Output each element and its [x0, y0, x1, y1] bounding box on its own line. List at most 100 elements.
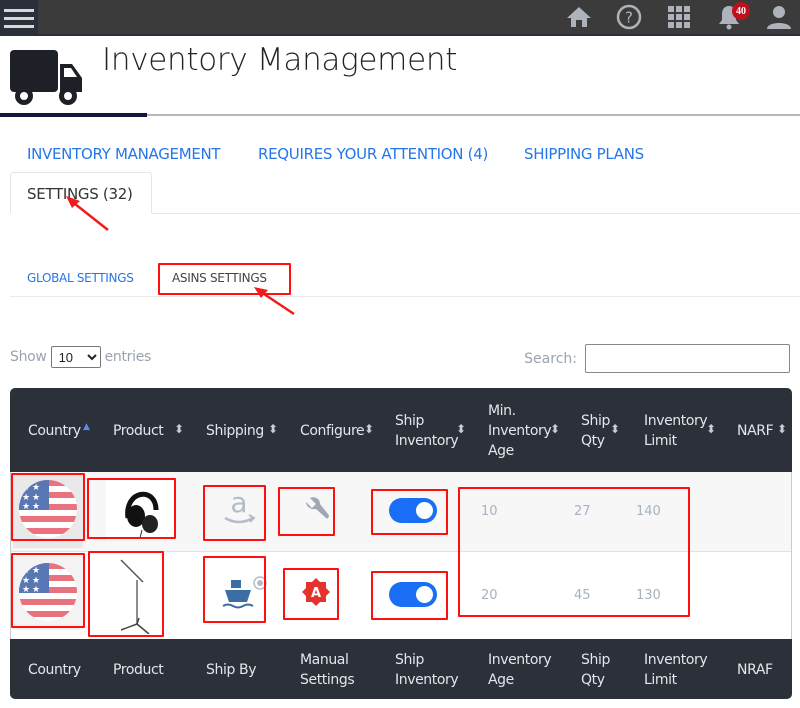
user-icon[interactable]: [766, 4, 792, 30]
home-icon[interactable]: [566, 4, 592, 30]
footer-line: Ship: [581, 652, 610, 668]
footer-country: Country: [28, 662, 81, 678]
microphone-stand-image[interactable]: [101, 558, 169, 634]
footer-ship-by: Ship By: [206, 662, 257, 678]
header-ship-qty[interactable]: Ship Qty: [581, 411, 610, 451]
header-shipping[interactable]: Shipping: [206, 421, 264, 441]
inventory-limit-value: 140: [636, 504, 661, 519]
sort-icon[interactable]: ⬍: [174, 422, 184, 436]
footer-line: Inventory: [644, 652, 708, 668]
svg-text:★: ★: [32, 502, 40, 512]
sort-icon[interactable]: ⬍: [777, 422, 787, 436]
tab-requires-attention[interactable]: REQUIRES YOUR ATTENTION (4): [258, 145, 488, 163]
header-configure[interactable]: Configure: [300, 421, 365, 441]
inventory-limit-value: 130: [636, 588, 661, 603]
search-input[interactable]: [585, 344, 790, 373]
subtab-asins-settings[interactable]: ASINS SETTINGS: [172, 271, 267, 285]
header-country[interactable]: Country: [28, 421, 81, 441]
svg-text:A: A: [311, 586, 321, 601]
header-product[interactable]: Product: [113, 421, 164, 441]
headphones-image: [125, 491, 159, 539]
header-configure-label: Configure: [300, 423, 365, 439]
notifications-bell-icon[interactable]: 40: [716, 2, 750, 30]
notification-badge: 40: [732, 2, 750, 20]
footer-line: Settings: [300, 672, 355, 688]
table-footer: Country Product Ship By Manual Settings …: [10, 639, 792, 699]
header-line: Age: [488, 443, 514, 459]
footer-line: Manual: [300, 652, 349, 668]
top-navbar: ? 40: [0, 0, 800, 36]
sort-asc-icon[interactable]: ▲: [83, 422, 90, 432]
header-line: Ship: [581, 413, 610, 429]
ship-qty-value: 27: [574, 504, 591, 519]
header-line: Qty: [581, 433, 605, 449]
sort-icon[interactable]: ⬍: [550, 422, 560, 436]
footer-ship-qty: Ship Qty: [581, 650, 610, 690]
annotation-arrow: [254, 287, 295, 316]
header-ship-inventory[interactable]: Ship Inventory: [395, 411, 459, 451]
table-body: ★ ★ ★ ★ ★ ★ a 10 27 140 ★ ★ ★ ★ ★ ★ A 20…: [10, 472, 792, 639]
header-product-label: Product: [113, 423, 164, 439]
svg-text:★: ★: [32, 483, 40, 493]
ship-qty-value: 45: [574, 588, 591, 603]
show-entries-control: Show 10 entries: [10, 346, 151, 368]
apps-grid-icon[interactable]: [666, 4, 692, 30]
table-row: ★ ★ ★ ★ ★ ★ A 20 45 130: [11, 552, 791, 639]
footer-ship-inventory: Ship Inventory: [395, 650, 459, 690]
footer-inventory-age: Inventory Age: [488, 650, 552, 690]
header-country-label: Country: [28, 423, 81, 439]
ship-inventory-toggle[interactable]: [389, 582, 437, 607]
header-narf[interactable]: NARF: [737, 421, 774, 441]
footer-nraf: NRAF: [737, 662, 773, 678]
help-icon[interactable]: ?: [616, 4, 642, 30]
sort-icon[interactable]: ⬍: [456, 422, 466, 436]
table-header: Country ▲ Product ⬍ Shipping ⬍ Configure…: [10, 388, 792, 472]
svg-text:★: ★: [32, 585, 40, 595]
header-inventory-limit[interactable]: Inventory Limit: [644, 411, 708, 451]
footer-line: Ship: [395, 652, 424, 668]
search-control: Search:: [524, 344, 790, 373]
product-image-headphones[interactable]: [106, 480, 176, 540]
min-inventory-age-value: 20: [481, 588, 498, 603]
header-divider-accent: [0, 113, 147, 117]
header-narf-label: NARF: [737, 423, 774, 439]
footer-product: Product: [113, 662, 164, 678]
header-line: Ship: [395, 413, 424, 429]
ship-inventory-toggle[interactable]: [389, 498, 437, 523]
sort-icon[interactable]: ⬍: [364, 422, 374, 436]
sort-icon[interactable]: ⬍: [268, 422, 278, 436]
sort-icon[interactable]: ⬍: [610, 422, 620, 436]
footer-line: Inventory: [395, 672, 459, 688]
annotation-arrow: [66, 196, 109, 231]
min-inventory-age-value: 10: [481, 504, 498, 519]
truck-icon: [10, 50, 82, 105]
header-min-inventory-age[interactable]: Min. Inventory Age: [488, 401, 552, 461]
search-label: Search:: [524, 350, 577, 367]
hamburger-menu-icon[interactable]: [0, 0, 38, 36]
show-label: Show: [10, 349, 47, 365]
svg-text:a: a: [230, 490, 247, 519]
sort-icon[interactable]: ⬍: [706, 422, 716, 436]
tab-shipping-plans[interactable]: SHIPPING PLANS: [524, 145, 644, 163]
footer-line: Qty: [581, 672, 605, 688]
page-title: Inventory Management: [102, 42, 458, 78]
asins-settings-table: Country ▲ Product ⬍ Shipping ⬍ Configure…: [10, 388, 792, 699]
footer-inventory-limit: Inventory Limit: [644, 650, 708, 690]
amazon-icon[interactable]: a: [215, 490, 263, 530]
svg-text:★: ★: [22, 502, 30, 512]
subtabs-divider: [10, 296, 800, 297]
us-flag-icon: ★ ★★ ★★ ★: [19, 563, 77, 621]
us-flag-icon: ★ ★★ ★★ ★: [19, 480, 77, 538]
entries-label: entries: [104, 349, 152, 365]
entries-per-page-select[interactable]: 10: [50, 346, 101, 368]
wrench-icon[interactable]: [298, 492, 334, 528]
svg-text:★: ★: [32, 566, 40, 576]
footer-manual-settings: Manual Settings: [300, 650, 355, 690]
header-line: Inventory: [488, 423, 552, 439]
subtab-global-settings[interactable]: GLOBAL SETTINGS: [27, 271, 134, 285]
tab-inventory-management[interactable]: INVENTORY MANAGEMENT: [27, 145, 221, 163]
ship-icon[interactable]: [221, 574, 271, 614]
auto-settings-badge-icon[interactable]: A: [301, 577, 331, 607]
header-line: Inventory: [644, 413, 708, 429]
header-line: Limit: [644, 433, 677, 449]
